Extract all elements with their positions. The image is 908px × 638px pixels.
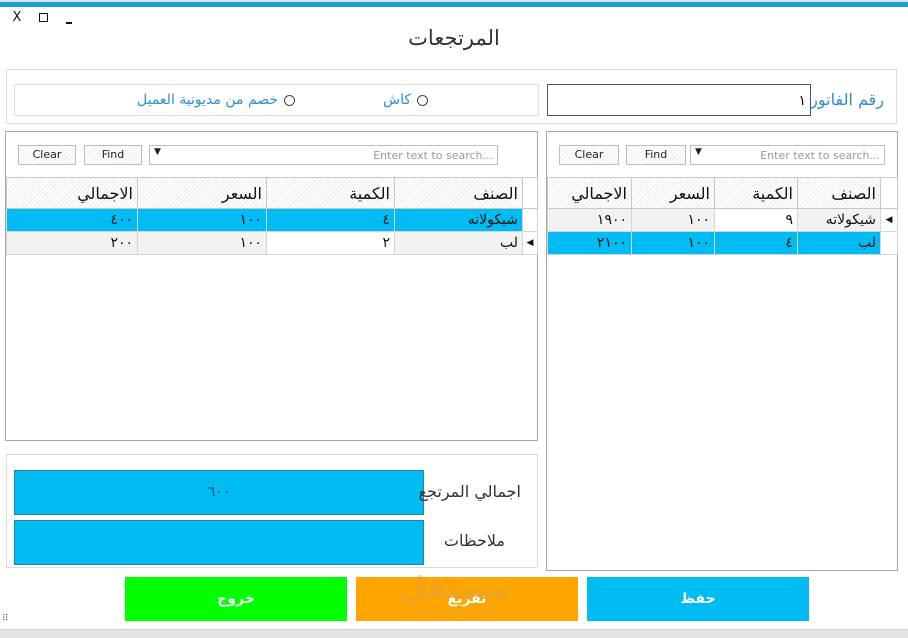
column-header-price[interactable]: السعر [137, 177, 267, 209]
returned-items-grid: الصنف الكمية السعر الاجمالي شيكولاته ٤ ١… [6, 177, 538, 255]
clear-button[interactable]: تفريغ [356, 577, 578, 621]
returned-items-panel: Clear Find ▼ Enter text to search... الص… [5, 131, 538, 441]
find-button[interactable]: Find [84, 145, 142, 165]
radio-cash[interactable]: كاش [383, 92, 429, 108]
column-header-total[interactable]: الاجمالي [6, 177, 138, 209]
cell-item[interactable]: شيكولاته [394, 208, 523, 232]
invoice-number-label: رقم الفاتورة [801, 90, 884, 109]
column-header-price[interactable]: السعر [631, 177, 715, 209]
radio-cash-label: كاش [383, 92, 412, 108]
row-header-corner [522, 177, 538, 209]
column-header-qty[interactable]: الكمية [266, 177, 395, 209]
current-row-indicator-icon: ◀ [522, 231, 538, 255]
column-header-item[interactable]: الصنف [797, 177, 881, 209]
page-title: المرتجعات [408, 26, 500, 50]
table-row[interactable]: ◀ لب ٢ ١٠٠ ٢٠٠ [6, 231, 538, 255]
column-header-qty[interactable]: الكمية [714, 177, 798, 209]
dropdown-arrow-icon[interactable]: ▼ [695, 147, 702, 157]
return-total-label: اجمالي المرتجع [418, 482, 521, 501]
clear-search-button[interactable]: Clear [559, 145, 619, 165]
save-button[interactable]: حفظ [587, 577, 809, 621]
radio-debt-deduction[interactable]: خصم من مديونية العميل [137, 92, 296, 108]
cell-qty[interactable]: ٤ [714, 231, 798, 255]
cell-price[interactable]: ١٠٠ [137, 231, 267, 255]
row-header [880, 231, 898, 255]
row-header-corner [880, 177, 898, 209]
invoice-panel: رقم الفاتورة كاش خصم من مديونية العميل [6, 69, 897, 124]
exit-button[interactable]: خروج [125, 577, 347, 621]
cell-total[interactable]: ١٩٠٠ [547, 208, 632, 232]
current-row-indicator-icon: ◀ [880, 208, 898, 232]
totals-panel: ٦٠٠ اجمالي المرتجع ملاحظات [6, 454, 538, 568]
cell-qty[interactable]: ٢ [266, 231, 395, 255]
notes-label: ملاحظات [443, 531, 505, 550]
search-placeholder: Enter text to search... [373, 149, 493, 162]
taskbar-strip [0, 0, 908, 7]
search-input[interactable]: ▼ Enter text to search... [149, 145, 498, 165]
search-placeholder: Enter text to search... [760, 149, 880, 162]
notes-field[interactable] [14, 520, 424, 565]
cell-total[interactable]: ٢١٠٠ [547, 231, 632, 255]
find-button[interactable]: Find [626, 145, 686, 165]
cell-qty[interactable]: ٤ [266, 208, 395, 232]
radio-circle-icon [284, 94, 296, 106]
invoice-items-grid: الصنف الكمية السعر الاجمالي ◀ شيكولاته ٩… [547, 177, 898, 255]
cell-qty[interactable]: ٩ [714, 208, 798, 232]
cell-price[interactable]: ١٠٠ [631, 231, 715, 255]
column-header-item[interactable]: الصنف [394, 177, 523, 209]
dropdown-arrow-icon[interactable]: ▼ [154, 147, 161, 157]
return-total-field[interactable]: ٦٠٠ [14, 470, 424, 515]
cell-total[interactable]: ٢٠٠ [6, 231, 138, 255]
clear-search-button[interactable]: Clear [18, 145, 76, 165]
cell-item[interactable]: لب [797, 231, 881, 255]
cell-total[interactable]: ٤٠٠ [6, 208, 138, 232]
status-bar [0, 629, 908, 638]
resize-grip-icon[interactable]: ⠿ [2, 614, 9, 624]
cell-price[interactable]: ١٠٠ [137, 208, 267, 232]
invoice-items-panel: Clear Find ▼ Enter text to search... الص… [546, 131, 898, 571]
cell-item[interactable]: شيكولاته [797, 208, 881, 232]
row-header [522, 208, 538, 232]
table-row[interactable]: لب ٤ ١٠٠ ٢١٠٠ [547, 231, 898, 255]
invoice-number-input[interactable] [547, 84, 811, 116]
radio-debt-label: خصم من مديونية العميل [137, 92, 279, 108]
table-row[interactable]: شيكولاته ٤ ١٠٠ ٤٠٠ [6, 208, 538, 232]
search-input[interactable]: ▼ Enter text to search... [690, 145, 885, 165]
cell-item[interactable]: لب [394, 231, 523, 255]
table-row[interactable]: ◀ شيكولاته ٩ ١٠٠ ١٩٠٠ [547, 208, 898, 232]
payment-method-group: كاش خصم من مديونية العميل [14, 84, 539, 116]
column-header-total[interactable]: الاجمالي [547, 177, 632, 209]
cell-price[interactable]: ١٠٠ [631, 208, 715, 232]
radio-circle-icon [417, 94, 429, 106]
